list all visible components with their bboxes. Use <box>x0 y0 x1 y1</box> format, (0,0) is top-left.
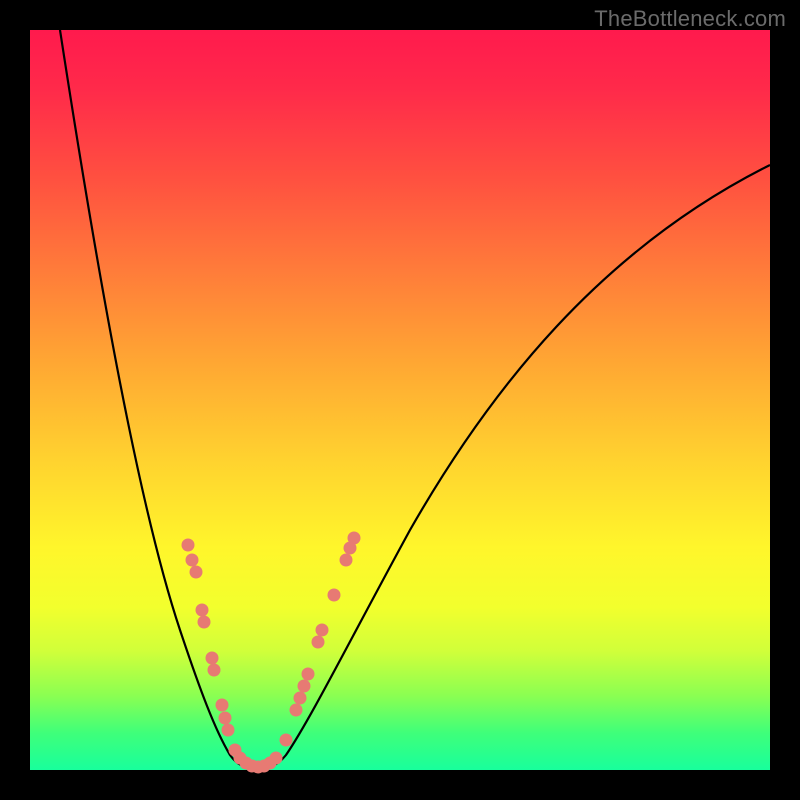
data-point <box>328 589 341 602</box>
data-point <box>208 664 221 677</box>
watermark-text: TheBottleneck.com <box>594 6 786 32</box>
data-point <box>270 752 283 765</box>
data-point <box>222 724 235 737</box>
data-point <box>316 624 329 637</box>
data-point <box>348 532 361 545</box>
data-point <box>219 712 232 725</box>
data-point <box>290 704 303 717</box>
data-point <box>216 699 229 712</box>
data-point <box>186 554 199 567</box>
data-point <box>196 604 209 617</box>
data-point <box>298 680 311 693</box>
data-point <box>190 566 203 579</box>
data-point <box>182 539 195 552</box>
data-point <box>198 616 211 629</box>
data-point <box>302 668 315 681</box>
data-point <box>280 734 293 747</box>
data-point <box>206 652 219 665</box>
data-dots <box>182 532 361 774</box>
data-point <box>294 692 307 705</box>
data-point <box>340 554 353 567</box>
data-point <box>312 636 325 649</box>
curve-left <box>60 30 260 768</box>
chart-svg <box>30 30 770 770</box>
curve-right <box>260 165 770 768</box>
